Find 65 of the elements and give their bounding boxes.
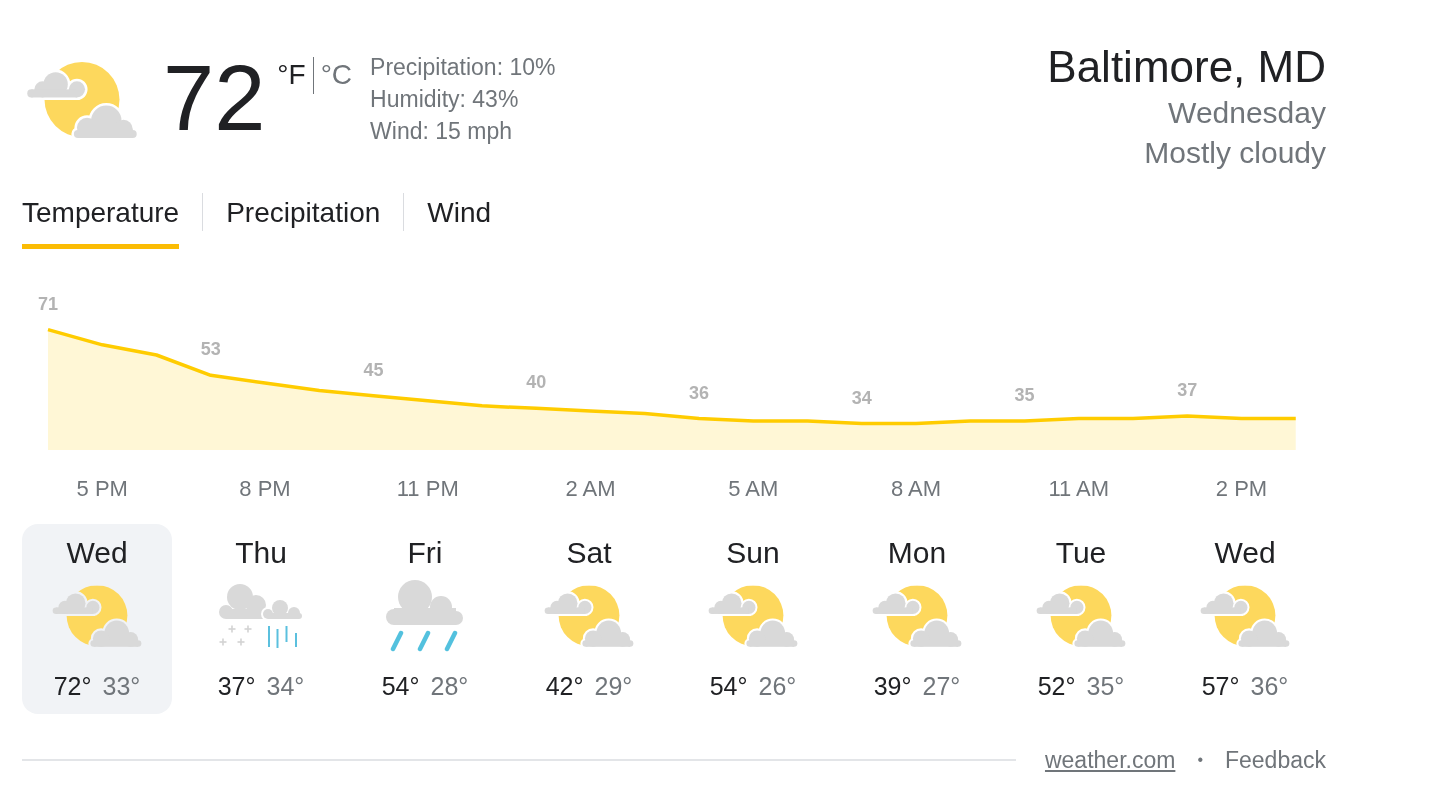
value-label: 34 [851, 387, 872, 408]
time-label: 8 AM [890, 476, 942, 500]
day-name: Sat [566, 536, 612, 570]
high-temperature: 37° [217, 671, 256, 702]
low-temperature: 34° [266, 671, 305, 702]
weather-detail: Precipitation: 10% [370, 53, 556, 82]
day-name: Tue [1055, 536, 1107, 570]
high-temperature: 52° [1037, 671, 1076, 702]
day-name: Wed [66, 536, 128, 570]
partly-cloudy-icon [871, 585, 963, 647]
partly-cloudy-icon [543, 585, 635, 647]
high-temperature: 72° [53, 671, 92, 702]
partly-cloudy-icon [25, 62, 139, 138]
cloud-snow-rain-icon [218, 583, 304, 649]
time-label: 5 AM [728, 476, 779, 500]
value-label: 53 [200, 339, 221, 360]
day-card[interactable]: Wed 72° 33° [22, 524, 172, 714]
high-temperature: 57° [1201, 671, 1240, 702]
time-label: 5 PM [76, 476, 128, 500]
low-temperature: 36° [1250, 671, 1289, 702]
day-name: Wed [1214, 536, 1276, 570]
unit-button[interactable]: °C [320, 57, 353, 93]
source-link[interactable]: weather.com [1044, 746, 1176, 774]
tab[interactable]: Precipitation [226, 192, 381, 249]
tab[interactable]: Temperature [22, 192, 180, 249]
bullet-separator: • [1197, 750, 1203, 770]
low-temperature: 29° [594, 671, 633, 702]
time-label: 8 PM [239, 476, 291, 500]
value-label: 45 [363, 359, 384, 380]
partly-cloudy-icon [707, 585, 799, 647]
value-label: 37 [1177, 380, 1198, 400]
low-temperature: 27° [922, 671, 961, 702]
rain-cloud-icon [385, 580, 465, 652]
high-temperature: 54° [709, 671, 748, 702]
low-temperature: 26° [758, 671, 797, 702]
location-name: Baltimore, MD [1047, 41, 1326, 93]
current-temperature: 72 [163, 52, 266, 144]
partly-cloudy-icon [1035, 585, 1127, 647]
feedback-link[interactable]: Feedback [1225, 746, 1326, 774]
time-label: 11 AM [1048, 476, 1110, 500]
high-temperature: 42° [545, 671, 584, 702]
weather-condition: Mostly cloudy [1144, 135, 1326, 171]
day-name: Fri [407, 536, 443, 570]
low-temperature: 35° [1086, 671, 1125, 702]
time-label: 2 PM [1215, 476, 1268, 500]
time-label: 2 AM [565, 476, 616, 500]
weekday: Wednesday [1168, 95, 1326, 131]
partly-cloudy-icon [51, 585, 143, 647]
low-temperature: 28° [430, 671, 469, 702]
value-label: 36 [689, 382, 709, 403]
day-name: Sun [726, 536, 780, 570]
day-name: Thu [235, 536, 287, 570]
high-temperature: 54° [381, 671, 420, 702]
day-name: Mon [887, 536, 947, 570]
tab[interactable]: Wind [427, 192, 492, 249]
value-label: 71 [38, 293, 58, 314]
unit-button[interactable]: °F [277, 57, 306, 93]
weather-detail: Humidity: 43% [370, 85, 520, 114]
time-label: 11 PM [396, 476, 459, 500]
high-temperature: 39° [873, 671, 912, 702]
value-label: 35 [1014, 385, 1035, 406]
weather-detail: Wind: 15 mph [370, 117, 513, 146]
low-temperature: 33° [102, 671, 141, 702]
partly-cloudy-icon [1199, 585, 1291, 647]
value-label: 40 [526, 372, 547, 393]
